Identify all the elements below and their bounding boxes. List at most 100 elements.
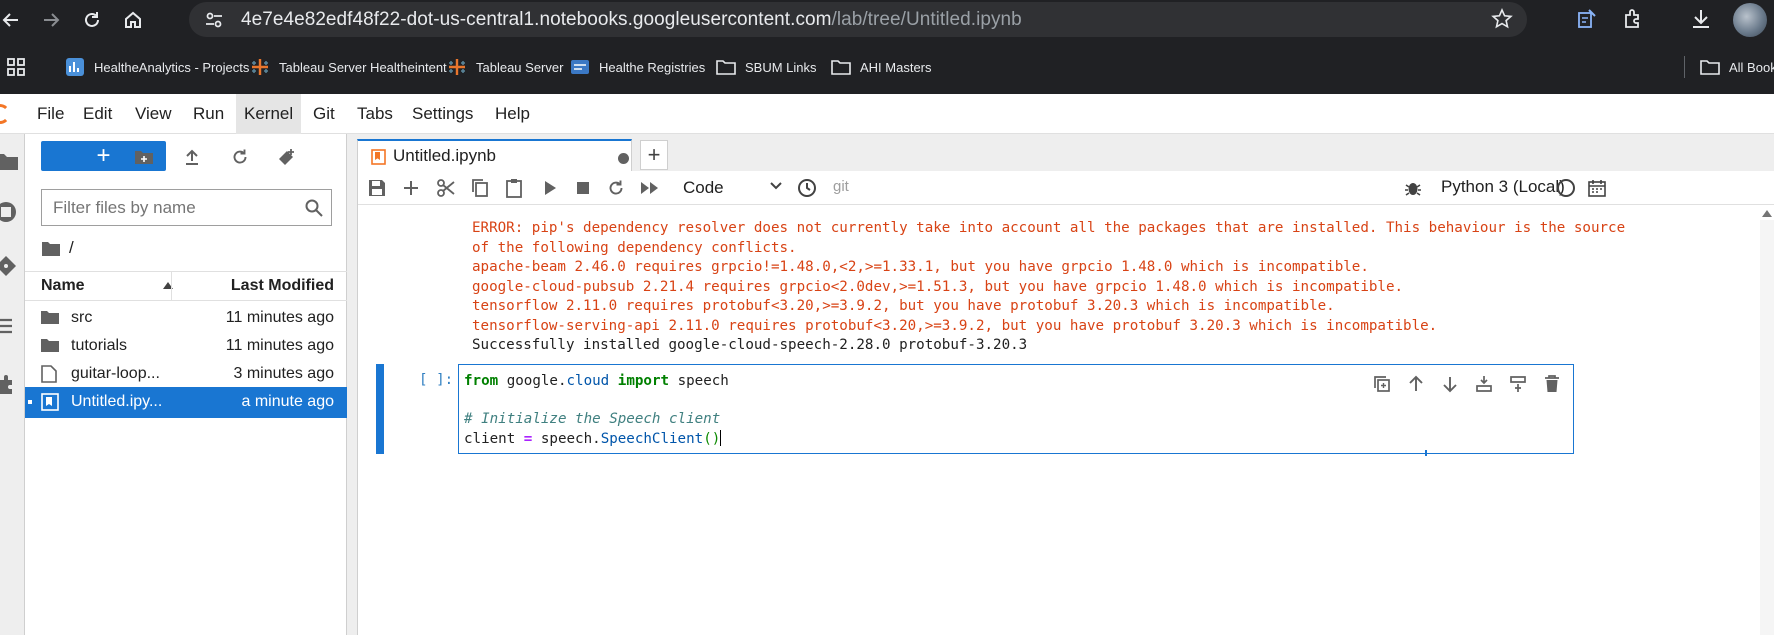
bug-icon xyxy=(1405,183,1421,196)
editor-resize-handle[interactable] xyxy=(1425,450,1427,456)
file-browser-tab[interactable] xyxy=(0,144,25,180)
cell-collapser[interactable] xyxy=(376,364,384,454)
copy-icon xyxy=(472,179,488,197)
bookmark-ahi-masters[interactable]: AHI Masters xyxy=(831,55,932,79)
plus-label: + xyxy=(647,142,661,167)
home-button[interactable] xyxy=(114,0,151,40)
bookmark-label: Healthe Registries xyxy=(599,59,706,75)
table-of-contents-tab[interactable] xyxy=(0,308,25,344)
profile-avatar[interactable] xyxy=(1733,3,1767,37)
save-button[interactable] xyxy=(364,175,390,201)
menu-kernel[interactable]: Kernel xyxy=(236,94,302,134)
downloads-button[interactable] xyxy=(1689,7,1713,31)
cell-code-editor[interactable]: from google.cloud import speech # Initia… xyxy=(458,364,1574,456)
debugger-button[interactable] xyxy=(1400,175,1426,201)
paste-button[interactable] xyxy=(501,175,527,201)
forward-button[interactable] xyxy=(32,0,69,40)
delete-cell-button[interactable] xyxy=(1541,373,1563,395)
bookmark-tableau-server[interactable]: Tableau Server xyxy=(447,55,563,79)
file-row-tutorials[interactable]: tutorials 11 minutes ago xyxy=(25,331,347,362)
apps-button[interactable] xyxy=(6,55,26,79)
bookmark-all-bookmarks[interactable]: All Book xyxy=(1700,55,1774,79)
new-folder-button[interactable] xyxy=(131,144,157,170)
git-tab[interactable] xyxy=(0,248,25,284)
menu-help[interactable]: Help xyxy=(487,94,538,134)
upload-button[interactable] xyxy=(179,144,205,170)
run-cell-button[interactable] xyxy=(537,175,563,201)
copy-button[interactable] xyxy=(467,175,493,201)
file-row-untitled-notebook[interactable]: Untitled.ipy... a minute ago xyxy=(25,387,347,418)
bookmark-healthe-registries[interactable]: Healthe Registries xyxy=(570,55,705,79)
extension-manager-tab[interactable] xyxy=(0,368,25,404)
code-line-3: client = speech.SpeechClient() xyxy=(464,430,722,447)
main-dock-area: Untitled.ipynb + Code git Python 3 (Loca… xyxy=(347,134,1774,635)
url-text[interactable]: 4e7e4e82edf48f22-dot-us-central1.noteboo… xyxy=(241,9,1022,31)
interrupt-kernel-button[interactable] xyxy=(570,175,596,201)
menu-settings[interactable]: Settings xyxy=(404,94,481,134)
omnibox[interactable]: 4e7e4e82edf48f22-dot-us-central1.noteboo… xyxy=(189,2,1527,37)
file-modified: a minute ago xyxy=(241,393,334,410)
calendar-button[interactable] xyxy=(1584,175,1610,201)
clock-icon xyxy=(798,179,816,197)
clone-repo-button[interactable] xyxy=(274,144,300,170)
extension-puzzle-button[interactable] xyxy=(1575,7,1599,31)
folder-home-icon xyxy=(42,241,60,256)
site-info-button[interactable] xyxy=(197,2,231,37)
menu-file[interactable]: File xyxy=(29,94,72,134)
keyword-from: from xyxy=(464,373,499,389)
arrow-up-icon xyxy=(1409,375,1423,391)
module-google: google xyxy=(506,373,558,389)
cut-button[interactable] xyxy=(433,175,459,201)
bookmark-sbum-links[interactable]: SBUM Links xyxy=(716,55,817,79)
cell-type-dropdown[interactable]: Code xyxy=(683,176,783,200)
puzzle-icon xyxy=(1625,9,1639,28)
menu-edit[interactable]: Edit xyxy=(75,94,120,134)
notebook-icon xyxy=(41,393,59,411)
restart-kernel-button[interactable] xyxy=(603,175,629,201)
unsaved-indicator-icon[interactable] xyxy=(618,153,629,164)
insert-cell-button[interactable] xyxy=(398,175,424,201)
folder-icon xyxy=(41,337,59,353)
filter-files-input[interactable] xyxy=(42,190,282,225)
column-divider[interactable] xyxy=(171,272,172,300)
insert-cell-above-button[interactable] xyxy=(1473,373,1495,395)
code-cell-active[interactable]: [ ]: from google.cloud import speech # I… xyxy=(376,364,1774,456)
add-tab-button[interactable]: + xyxy=(640,140,668,170)
move-cell-up-button[interactable] xyxy=(1405,373,1427,395)
running-indicator xyxy=(28,400,32,404)
file-modified: 3 minutes ago xyxy=(233,365,334,382)
extensions-button[interactable] xyxy=(1621,7,1645,31)
notebook-cells[interactable]: ERROR: pip's dependency resolver does no… xyxy=(358,206,1774,635)
git-diff-label[interactable]: git xyxy=(833,178,849,195)
file-row-guitar-loop[interactable]: guitar-loop... 3 minutes ago xyxy=(25,359,347,390)
download-icon xyxy=(1693,10,1709,28)
column-last-modified[interactable]: Last Modified xyxy=(231,272,334,300)
tab-untitled-ipynb[interactable]: Untitled.ipynb xyxy=(357,139,632,171)
restart-run-all-button[interactable] xyxy=(637,175,663,201)
scroll-up-arrow-icon[interactable] xyxy=(1760,206,1774,220)
menu-tabs[interactable]: Tabs xyxy=(349,94,401,134)
refresh-button[interactable] xyxy=(227,144,253,170)
execution-time-button[interactable] xyxy=(794,175,820,201)
running-sessions-tab[interactable] xyxy=(0,194,25,230)
menu-git[interactable]: Git xyxy=(305,94,343,134)
kernel-name-button[interactable]: Python 3 (Local) xyxy=(1441,177,1565,197)
bookmark-label: SBUM Links xyxy=(745,59,817,75)
tab-title: Untitled.ipynb xyxy=(393,146,497,165)
bookmarks-divider xyxy=(1684,56,1685,78)
vertical-scrollbar[interactable] xyxy=(1760,220,1774,635)
reload-button[interactable] xyxy=(73,0,110,40)
duplicate-cell-button[interactable] xyxy=(1371,373,1393,395)
column-name[interactable]: Name xyxy=(41,272,85,300)
move-cell-down-button[interactable] xyxy=(1439,373,1461,395)
menu-view[interactable]: View xyxy=(127,94,180,134)
back-button[interactable] xyxy=(0,0,29,40)
file-row-src[interactable]: src 11 minutes ago xyxy=(25,303,347,334)
menu-run[interactable]: Run xyxy=(185,94,232,134)
notebook-icon xyxy=(371,149,386,165)
breadcrumb-root[interactable]: / xyxy=(69,238,74,258)
insert-cell-below-button[interactable] xyxy=(1507,373,1529,395)
bookmark-star-button[interactable] xyxy=(1491,8,1513,30)
bookmark-healtheanalytics[interactable]: HealtheAnalytics - Projects xyxy=(65,55,249,79)
bookmark-tableau-healtheintent[interactable]: Tableau Server Healtheintent xyxy=(250,55,447,79)
